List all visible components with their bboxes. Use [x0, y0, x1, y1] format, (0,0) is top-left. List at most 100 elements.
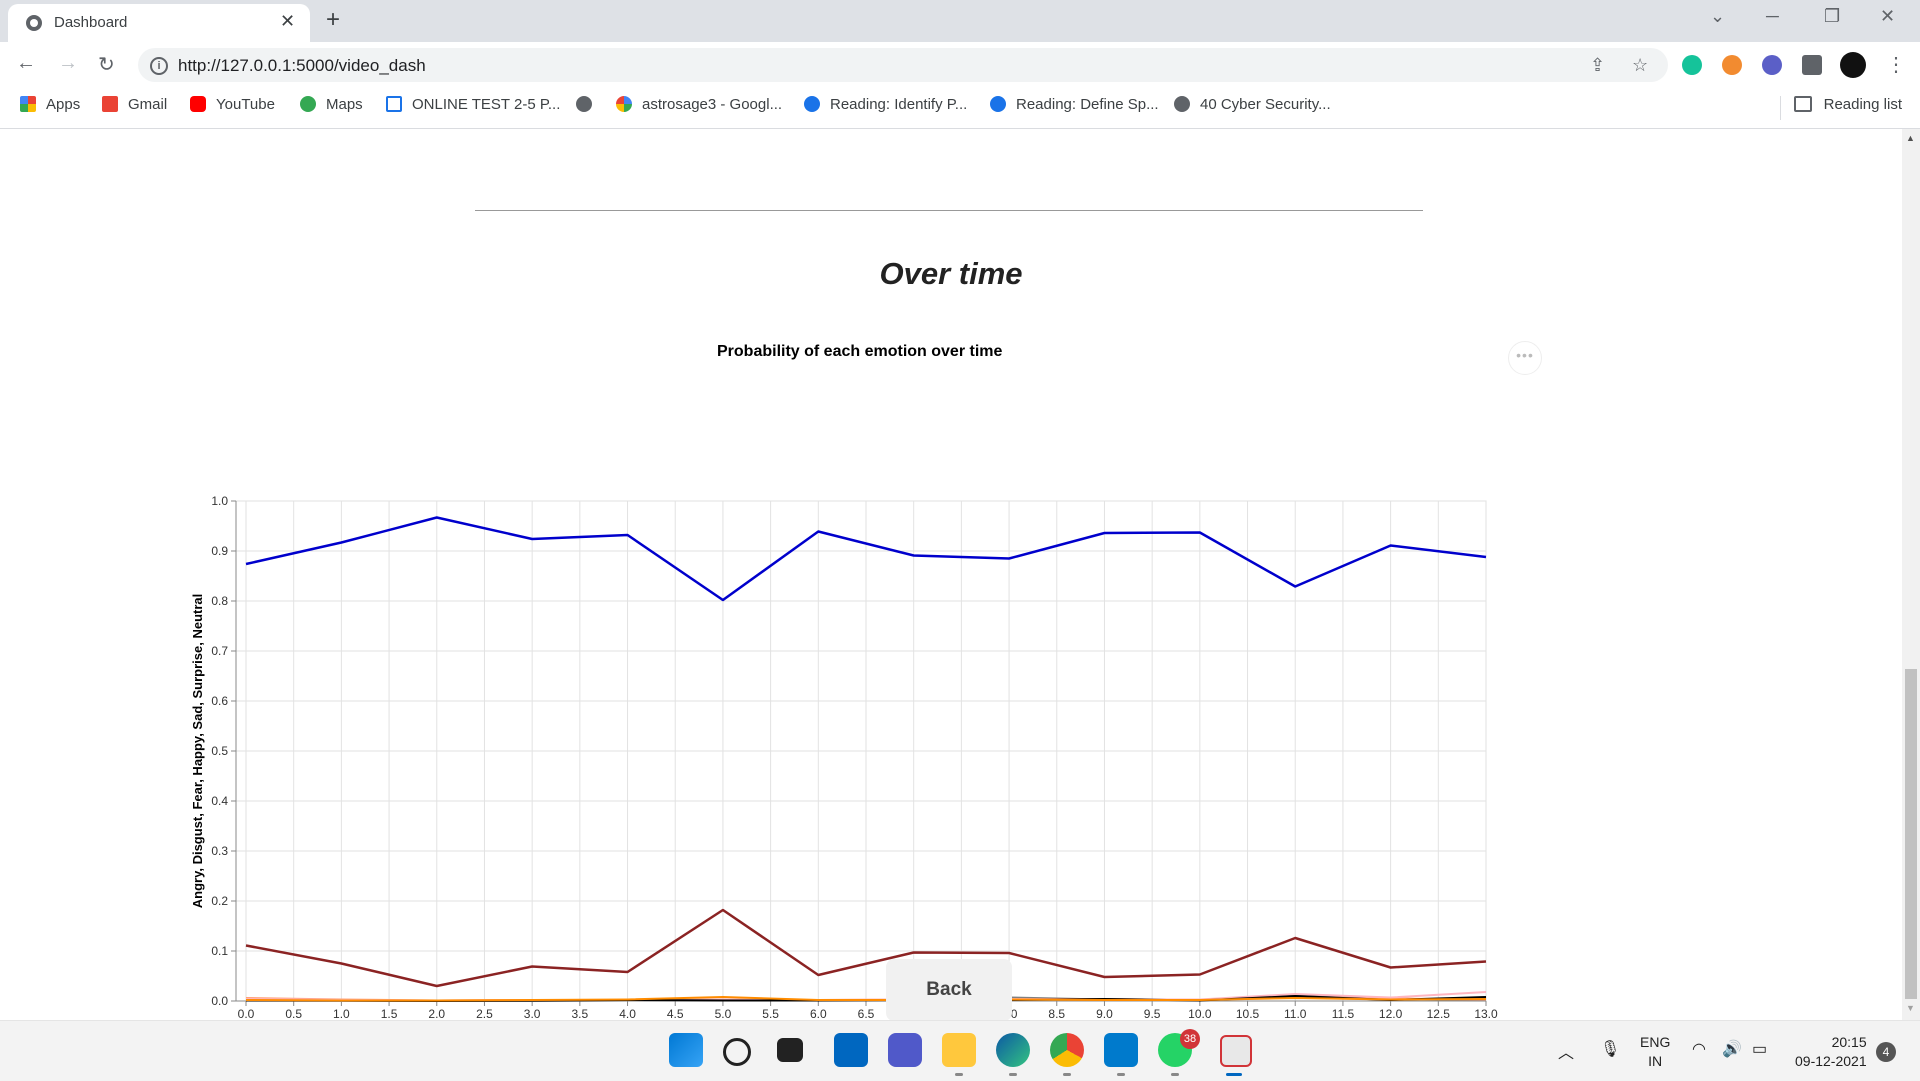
x-tick-label: 6.0: [810, 1007, 827, 1020]
reading-icon: [804, 96, 820, 112]
x-tick-label: 10.0: [1188, 1007, 1212, 1020]
microphone-icon[interactable]: 🎙: [1600, 1039, 1620, 1059]
x-tick-label: 12.0: [1379, 1007, 1403, 1020]
running-indicator: [1009, 1073, 1017, 1076]
minimize-icon[interactable]: ─: [1766, 6, 1779, 27]
chrome-icon[interactable]: [1050, 1033, 1084, 1067]
globe-icon: [26, 15, 42, 31]
y-tick-label: 1.0: [211, 494, 228, 508]
bookmark-astrosage[interactable]: astrosage3 - Googl...: [616, 96, 782, 113]
browser-toolbar: ← → ↻ i http://127.0.0.1:5000/video_dash…: [0, 42, 1920, 88]
bookmark-maps[interactable]: Maps: [300, 96, 363, 113]
x-tick-label: 3.0: [524, 1007, 541, 1020]
scroll-thumb[interactable]: [1905, 669, 1917, 999]
more-menu-icon[interactable]: ⋮: [1886, 52, 1906, 77]
back-button[interactable]: Back: [886, 959, 1012, 1020]
address-bar[interactable]: i http://127.0.0.1:5000/video_dash ⇪ ☆: [138, 48, 1668, 82]
x-tick-label: 13.0: [1474, 1007, 1498, 1020]
start-icon[interactable]: [669, 1033, 703, 1067]
browser-tab[interactable]: Dashboard ✕: [8, 4, 310, 42]
y-tick-label: 0.9: [211, 544, 228, 558]
bookmarks-bar: Apps Gmail YouTube Maps ONLINE TEST 2-5 …: [0, 88, 1920, 129]
search-icon[interactable]: [723, 1038, 751, 1066]
site-info-icon[interactable]: i: [150, 57, 168, 75]
y-tick-label: 0.8: [211, 594, 228, 608]
notification-count[interactable]: 4: [1876, 1042, 1896, 1062]
close-window-icon[interactable]: ✕: [1880, 6, 1895, 27]
x-tick-label: 1.0: [333, 1007, 350, 1020]
language-indicator[interactable]: ENG IN: [1640, 1033, 1670, 1071]
bookmark-star-icon[interactable]: ☆: [1632, 55, 1648, 76]
bookmark-reading-identify[interactable]: Reading: Identify P...: [804, 96, 967, 113]
bookmark-apps[interactable]: Apps: [20, 96, 80, 113]
avatar[interactable]: [1840, 52, 1866, 78]
reload-icon[interactable]: ↻: [98, 52, 115, 77]
divider: [475, 210, 1423, 211]
x-tick-label: 0.0: [238, 1007, 255, 1020]
y-tick-label: 0.5: [211, 744, 228, 758]
task-view-icon[interactable]: [777, 1038, 803, 1062]
extension-icon[interactable]: [1722, 55, 1742, 75]
puzzle-icon[interactable]: [1802, 55, 1822, 75]
tab-title: Dashboard: [54, 14, 128, 31]
x-tick-label: 2.5: [476, 1007, 493, 1020]
x-tick-label: 6.5: [858, 1007, 875, 1020]
scroll-down-icon[interactable]: ▼: [1906, 1003, 1915, 1013]
youtube-icon: [190, 96, 206, 112]
bookmark-youtube[interactable]: YouTube: [190, 96, 275, 113]
extension-icon[interactable]: [1762, 55, 1782, 75]
tab-search-icon[interactable]: ⌄: [1710, 6, 1725, 27]
file-explorer-icon[interactable]: [942, 1033, 976, 1067]
bookmark-online-test[interactable]: ONLINE TEST 2-5 P...: [386, 96, 560, 113]
grammarly-icon[interactable]: [1682, 55, 1702, 75]
y-tick-label: 0.2: [211, 894, 228, 908]
bookmark-reading-define[interactable]: Reading: Define Sp...: [990, 96, 1159, 113]
apps-grid-icon: [20, 96, 36, 112]
y-tick-label: 0.1: [211, 944, 228, 958]
x-tick-label: 11.0: [1284, 1007, 1307, 1020]
wifi-icon[interactable]: ◠: [1692, 1039, 1706, 1059]
notification-badge: 38: [1180, 1029, 1200, 1049]
scrollbar[interactable]: ▲ ▼: [1902, 129, 1920, 1020]
share-icon[interactable]: ⇪: [1590, 55, 1605, 76]
x-tick-label: 9.5: [1144, 1007, 1161, 1020]
y-tick-label: 0.3: [211, 844, 228, 858]
running-indicator: [1063, 1073, 1071, 1076]
widgets-icon[interactable]: [834, 1033, 868, 1067]
x-tick-label: 1.5: [381, 1007, 398, 1020]
reading-icon: [990, 96, 1006, 112]
x-tick-label: 11.5: [1332, 1007, 1355, 1020]
snipping-tool-icon[interactable]: [1220, 1035, 1252, 1067]
reading-list-button[interactable]: Reading list: [1793, 96, 1902, 113]
y-tick-label: 0.7: [211, 644, 228, 658]
chevron-up-icon[interactable]: ︿: [1558, 1039, 1574, 1063]
emotion-line-chart: 0.0 0.1 0.2 0.3 0.4 0.5 0.6 0.7 0.8 0.9 1.0 0.0 0.5 1…: [190, 494, 1498, 1020]
forward-arrow-icon[interactable]: →: [58, 52, 78, 75]
active-indicator: [1226, 1073, 1242, 1076]
close-tab-icon[interactable]: ✕: [280, 11, 295, 32]
scroll-up-icon[interactable]: ▲: [1906, 133, 1915, 143]
google-icon: [616, 96, 632, 112]
x-tick-label: 5.5: [762, 1007, 779, 1020]
section-title: Over time: [879, 256, 1023, 291]
restore-icon[interactable]: ❐: [1824, 6, 1840, 27]
new-tab-icon[interactable]: +: [326, 6, 340, 34]
y-tick-label: 0.4: [211, 794, 228, 808]
bookmark-gmail[interactable]: Gmail: [102, 96, 167, 113]
bookmark-globe[interactable]: [576, 96, 602, 113]
vscode-icon[interactable]: [1104, 1033, 1138, 1067]
back-arrow-icon[interactable]: ←: [16, 52, 36, 75]
page-content: Over time Probability of each emotion ov…: [0, 129, 1902, 1020]
teams-chat-icon[interactable]: [888, 1033, 922, 1067]
volume-icon[interactable]: 🔊: [1722, 1039, 1742, 1059]
x-tick-label: 12.5: [1427, 1007, 1451, 1020]
battery-icon[interactable]: ▭: [1752, 1039, 1767, 1059]
site-icon: [386, 96, 402, 112]
clock[interactable]: 20:15 09-12-2021: [1795, 1033, 1867, 1071]
running-indicator: [1117, 1073, 1125, 1076]
taskbar: 38 ︿ 🎙 ENG IN ◠ 🔊 ▭ 20:15 09-12-2021 4: [0, 1020, 1920, 1081]
edge-icon[interactable]: [996, 1033, 1030, 1067]
chart-menu-icon[interactable]: •••: [1508, 341, 1542, 375]
url-text[interactable]: http://127.0.0.1:5000/video_dash: [178, 56, 426, 76]
bookmark-cyber-security[interactable]: 40 Cyber Security...: [1174, 96, 1331, 113]
